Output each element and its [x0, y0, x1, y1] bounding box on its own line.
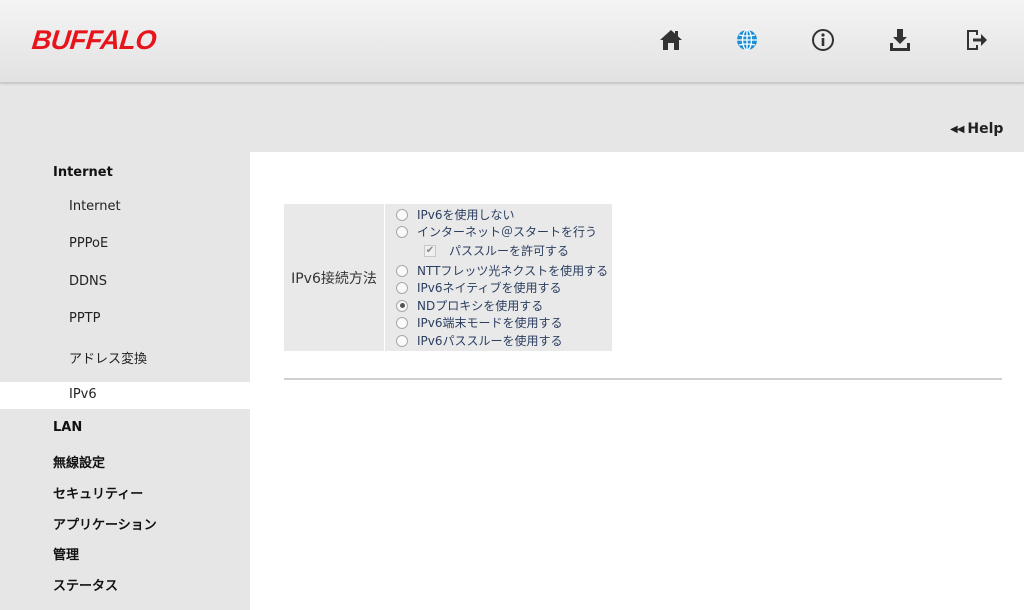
sidebar-item-label: LAN	[53, 420, 83, 435]
sidebar-item-internet-group[interactable]: Internet	[0, 165, 250, 183]
sidebar-item-label: Internet	[53, 165, 113, 180]
sidebar-item-label: アドレス変換	[69, 352, 148, 367]
sidebar-item-internet[interactable]: Internet	[0, 199, 250, 217]
sidebar-item-label: 無線設定	[53, 456, 106, 471]
top-header: BUFFALO	[0, 0, 1024, 83]
option-internet-start[interactable]: インターネット＠スタートを行う	[396, 223, 597, 240]
help-label: Help	[967, 121, 1004, 137]
radio-button[interactable]	[396, 208, 408, 221]
sidebar-item-label: PPTP	[69, 311, 101, 326]
sidebar-item-status[interactable]: ステータス	[0, 575, 250, 594]
help-link[interactable]: ◀◀ Help	[950, 121, 1003, 137]
ipv6-settings-table: IPv6接続方法 IPv6を使用しない インターネット＠スタートを行う ✔ パス…	[284, 204, 612, 351]
buffalo-logo[interactable]: BUFFALO	[30, 25, 157, 56]
info-icon[interactable]	[809, 26, 837, 54]
home-icon[interactable]	[657, 26, 685, 54]
double-left-arrow-icon: ◀◀	[950, 123, 964, 135]
option-label: IPv6ネイティブを使用する	[417, 281, 562, 295]
download-icon[interactable]	[886, 26, 914, 54]
sidebar-item-label: PPPoE	[69, 236, 109, 251]
option-ipv6-disabled[interactable]: IPv6を使用しない	[396, 206, 515, 223]
sidebar-item-label: セキュリティー	[53, 487, 144, 502]
radio-button-selected[interactable]	[396, 299, 408, 312]
option-nd-proxy[interactable]: NDプロキシを使用する	[396, 297, 543, 314]
sidebar: Internet Internet PPPoE DDNS PPTP アドレス変換…	[0, 152, 250, 610]
sidebar-item-label: 管理	[53, 548, 80, 563]
check-icon[interactable]: ✔	[424, 244, 436, 257]
radio-button[interactable]	[396, 316, 408, 329]
checkbox-label: パススルーを許可する	[449, 244, 570, 258]
main-content: IPv6接続方法 IPv6を使用しない インターネット＠スタートを行う ✔ パス…	[250, 152, 1024, 610]
sidebar-item-admin[interactable]: 管理	[0, 544, 250, 563]
option-label: IPv6端末モードを使用する	[417, 316, 563, 330]
sidebar-item-security[interactable]: セキュリティー	[0, 483, 250, 502]
sidebar-item-wireless[interactable]: 無線設定	[0, 452, 250, 471]
sidebar-item-label: IPv6	[69, 387, 97, 402]
divider	[284, 378, 1002, 380]
ipv6-connection-method-label: IPv6接続方法	[284, 204, 385, 351]
option-ipv6-terminal-mode[interactable]: IPv6端末モードを使用する	[396, 314, 563, 331]
logout-icon[interactable]	[962, 26, 990, 54]
option-ipv6-native[interactable]: IPv6ネイティブを使用する	[396, 279, 562, 296]
option-ipv6-passthrough[interactable]: IPv6パススルーを使用する	[396, 332, 563, 349]
option-label: IPv6パススルーを使用する	[417, 334, 563, 348]
sidebar-item-application[interactable]: アプリケーション	[0, 514, 250, 533]
sidebar-item-lan[interactable]: LAN	[0, 420, 250, 438]
option-label: IPv6を使用しない	[417, 208, 515, 222]
globe-icon[interactable]	[733, 26, 761, 54]
sidebar-item-ddns[interactable]: DDNS	[0, 274, 250, 292]
option-label: NTTフレッツ光ネクストを使用する	[417, 264, 609, 278]
radio-button[interactable]	[396, 281, 408, 294]
radio-button[interactable]	[396, 225, 408, 238]
allow-passthrough-checkbox[interactable]: ✔ パススルーを許可する	[424, 242, 569, 259]
sidebar-item-label: DDNS	[69, 274, 107, 289]
sidebar-item-ipv6[interactable]: IPv6	[0, 382, 250, 409]
sidebar-item-pppoe[interactable]: PPPoE	[0, 236, 250, 254]
sidebar-item-label: アプリケーション	[53, 518, 157, 533]
sidebar-item-label: ステータス	[53, 579, 119, 594]
option-label: NDプロキシを使用する	[417, 299, 544, 313]
sidebar-item-label: Internet	[69, 199, 121, 214]
option-label: インターネット＠スタートを行う	[417, 225, 598, 239]
option-ntt-flets-next[interactable]: NTTフレッツ光ネクストを使用する	[396, 262, 608, 279]
radio-button[interactable]	[396, 264, 408, 277]
sidebar-item-address-translation[interactable]: アドレス変換	[0, 348, 250, 367]
sidebar-item-pptp[interactable]: PPTP	[0, 311, 250, 329]
radio-button[interactable]	[396, 334, 408, 347]
